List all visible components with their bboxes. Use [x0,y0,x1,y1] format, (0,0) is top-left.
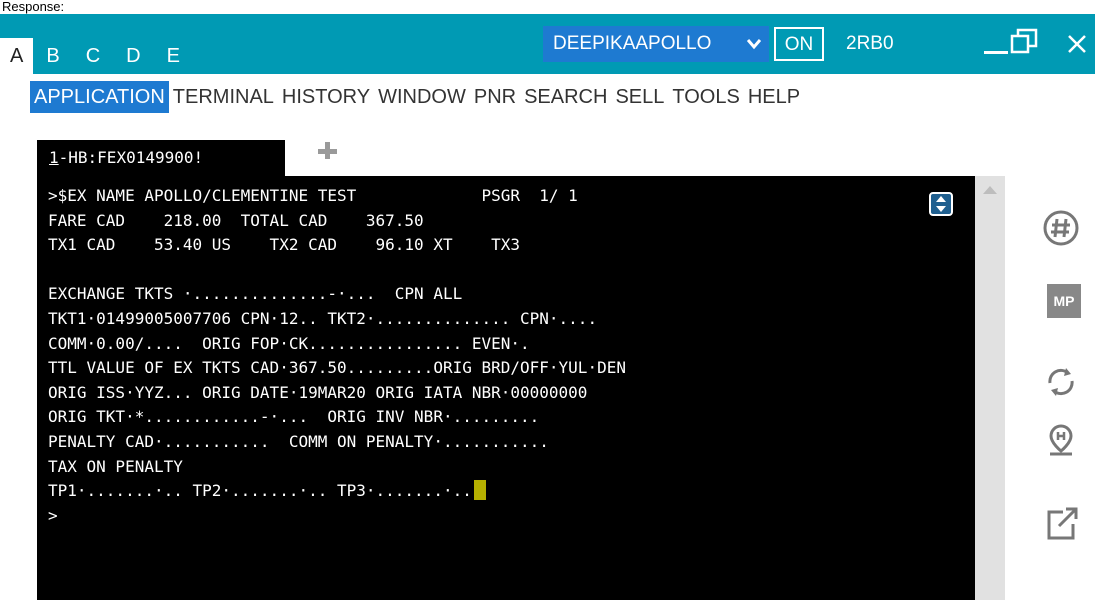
terminal-line: COMM·0.00/.... ORIG FOP·CK..............… [48,333,530,353]
pcc-code: 2RB0 [846,33,894,54]
user-name: DEEPIKAAPOLLO [553,33,712,54]
menu-pnr[interactable]: PNR [470,81,520,113]
scroll-toggle-icon[interactable] [929,192,953,216]
close-icon [1068,35,1086,53]
user-selector[interactable]: DEEPIKAAPOLLO [543,26,769,62]
terminal-line: TKT1·01499005007706 CPN·12.. TKT2·......… [48,308,598,328]
restore-button[interactable] [1008,24,1044,64]
add-tab-icon[interactable] [315,139,339,163]
terminal-tab-label: -HB:FEX0149900! [58,148,204,167]
vertical-scrollbar[interactable] [975,176,1005,600]
terminal-line: EXCHANGE TKTS ·..............-·... CPN A… [48,284,463,304]
terminal-line: PENALTY CAD·........... COMM ON PENALTY·… [48,431,549,451]
workspace-tab-e[interactable]: E [154,38,193,74]
terminal-line: ORIG TKT·*............-·... ORIG INV NBR… [48,407,540,427]
chevron-down-icon [746,26,762,76]
terminal-line-text: TP1·.......·.. TP2·.......·.. TP3·......… [48,481,472,501]
terminal-line: TX1 CAD 53.40 US TX2 CAD 96.10 XT TX3 [48,235,521,255]
terminal-screen[interactable]: >$EX NAME APOLLO/CLEMENTINE TEST PSGR 1/… [37,176,975,600]
hotel-location-icon[interactable] [1041,420,1081,460]
terminal-tab-number: 1 [49,148,59,167]
on-toggle-button[interactable]: ON [774,27,824,61]
menu-tools[interactable]: TOOLS [668,81,743,113]
response-caption: Response: [2,0,65,14]
side-toolbar: MP [1025,176,1095,600]
menu-terminal[interactable]: TERMINAL [169,81,278,113]
menu-search[interactable]: SEARCH [520,81,611,113]
menu-help[interactable]: HELP [744,81,804,113]
hash-icon[interactable] [1041,208,1081,248]
menu-history[interactable]: HISTORY [278,81,374,113]
refresh-icon[interactable] [1041,362,1081,402]
menu-application[interactable]: APPLICATION [30,81,169,113]
terminal-line: FARE CAD 218.00 TOTAL CAD 367.50 [48,210,424,230]
terminal-prompt-line[interactable]: > [48,504,975,529]
external-link-icon[interactable] [1041,504,1081,544]
menu-bar: APPLICATION TERMINAL HISTORY WINDOW PNR … [30,80,804,114]
terminal-line: ORIG ISS·YYZ... ORIG DATE·19MAR20 ORIG I… [48,382,588,402]
terminal-line: TAX ON PENALTY [48,456,183,476]
terminal-tab-1[interactable]: 1-HB:FEX0149900! [37,140,285,176]
title-bar: A B C D E DEEPIKAAPOLLO ON 2RB0 [0,14,1095,74]
mp-button[interactable]: MP [1047,284,1081,318]
menu-sell[interactable]: SELL [611,81,668,113]
restore-icon [1010,28,1038,54]
workspace-tab-c[interactable]: C [73,38,113,74]
workspace-tabs: A B C D E [0,14,193,74]
terminal-line: >$EX NAME APOLLO/CLEMENTINE TEST PSGR 1/… [48,186,578,205]
close-button[interactable] [1062,24,1092,64]
minimize-icon [984,51,1008,54]
terminal-line: TTL VALUE OF EX TKTS CAD·367.50.........… [48,358,626,378]
scroll-up-arrow-icon[interactable] [983,186,997,194]
text-cursor [473,480,486,501]
menu-window[interactable]: WINDOW [374,81,470,113]
workspace-tab-b[interactable]: B [33,38,72,74]
workspace-tab-a[interactable]: A [0,38,34,74]
terminal-line: TP1·.......·.. TP2·.......·.. TP3·......… [48,479,975,504]
workspace-tab-d[interactable]: D [113,38,153,74]
